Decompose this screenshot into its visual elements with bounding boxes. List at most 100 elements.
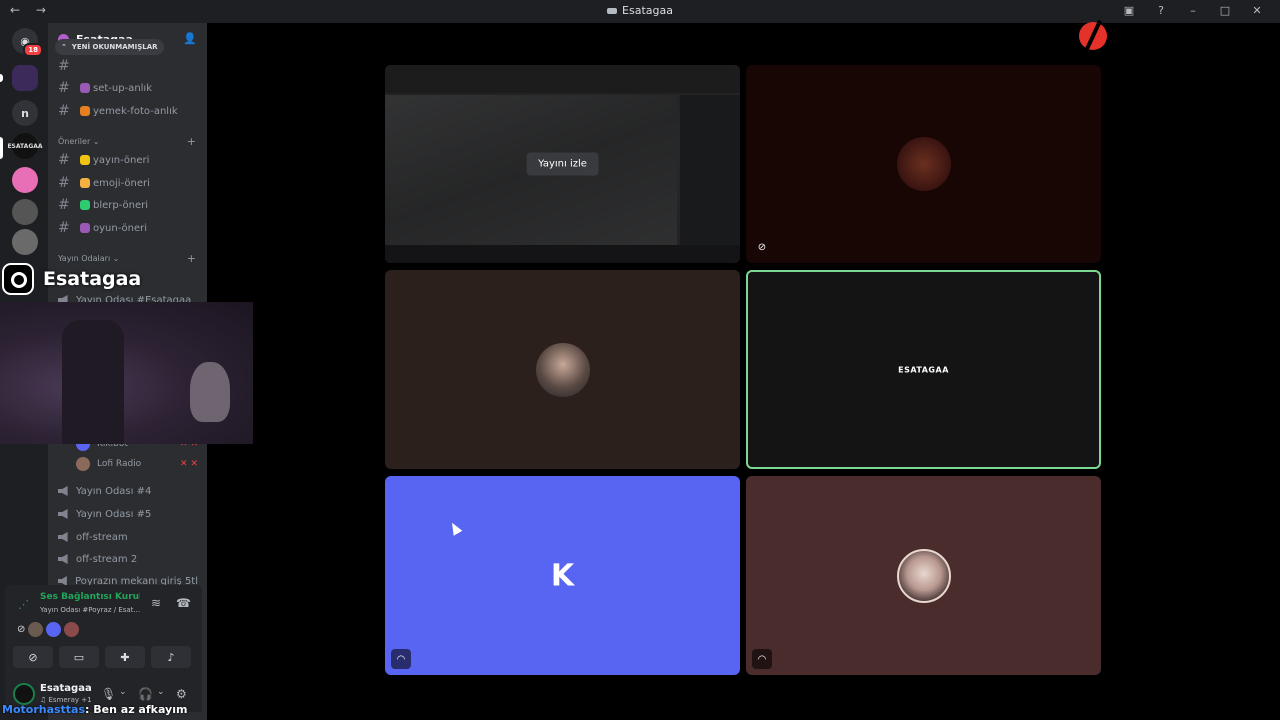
channel-blerp-oneri[interactable]: # blerp-öneri <box>58 195 198 215</box>
avatar[interactable] <box>28 622 44 637</box>
voice-connection-panel: ⋰ Ses Bağlantısı Kuruldu Yayın Odası #Po… <box>5 585 202 677</box>
food-emoji-icon <box>80 106 90 116</box>
controller-emoji-icon <box>80 83 90 93</box>
user-name[interactable]: Esatagaa <box>40 683 92 694</box>
close-button[interactable]: ✕ <box>1250 4 1264 17</box>
deafened-icon: ⊘ <box>757 241 767 253</box>
activities-button[interactable]: ✚ <box>105 646 145 668</box>
server-folder[interactable] <box>12 65 38 91</box>
new-unreads-pill[interactable]: ⌃ YENİ OKUNMAMIŞLAR <box>55 39 164 55</box>
server-avatar-pink[interactable] <box>12 167 38 193</box>
avatar[interactable] <box>46 622 62 637</box>
participant-tile[interactable]: ◠ <box>746 476 1101 675</box>
server-esatagaa[interactable]: ESATAGAA <box>7 133 43 159</box>
channel-label: oyun-öneri <box>93 222 148 234</box>
avatar <box>896 548 951 603</box>
watch-stream-button[interactable]: Yayını izle <box>526 152 599 176</box>
voice-member-lofi-radio[interactable]: Lofi Radio ✕ ✕ <box>76 454 202 474</box>
voice-status[interactable]: Ses Bağlantısı Kuruldu <box>40 592 140 602</box>
participant-tile[interactable]: ⊘ <box>746 65 1101 263</box>
stream-tile[interactable]: Yayını izle <box>385 65 740 263</box>
channel-label: blerp-öneri <box>93 199 149 211</box>
chevron-down-icon[interactable]: ⌄ <box>119 687 127 697</box>
server-n[interactable]: n <box>12 100 38 126</box>
channel-yayin-oneri[interactable]: # yayın-öneri <box>58 150 198 170</box>
voice-channel-label: off-stream <box>76 531 128 543</box>
add-channel-icon[interactable]: + <box>187 135 196 148</box>
hash-icon: # <box>58 58 70 74</box>
kick-logo-icon: K <box>550 558 575 593</box>
chat-user: Motorhasttas <box>2 703 86 716</box>
speaker-icon <box>58 486 68 496</box>
avatar <box>896 137 951 191</box>
disconnect-icon[interactable]: ☎ <box>176 596 191 610</box>
channel-label: yayın-öneri <box>93 154 150 166</box>
inbox-icon[interactable]: ▣ <box>1122 4 1136 17</box>
help-icon[interactable]: ? <box>1154 4 1168 17</box>
chat-message: : Ben az afkayım <box>85 703 188 716</box>
camera-button[interactable]: ⊘ <box>13 646 53 668</box>
active-server-indicator <box>0 137 3 159</box>
channel-hidden[interactable]: # <box>58 56 198 76</box>
voice-channel-off-stream[interactable]: off-stream <box>58 527 198 547</box>
add-channel-icon[interactable]: + <box>187 252 196 265</box>
channel-yemek-foto-anlik[interactable]: # yemek-foto-anlık <box>58 101 198 121</box>
emoji-icon <box>80 155 90 165</box>
avatar <box>535 342 590 397</box>
speaker-icon <box>58 532 68 542</box>
soundboard-button[interactable]: ♪ <box>151 646 191 668</box>
voice-channel-4[interactable]: Yayın Odası #4 <box>58 481 198 501</box>
server-avatar-gray[interactable] <box>12 199 38 225</box>
avatar[interactable] <box>64 622 80 637</box>
hash-icon: # <box>58 220 70 236</box>
headset-icon: ◠ <box>752 649 772 669</box>
instagram-icon <box>2 263 34 295</box>
participant-tile[interactable]: K ◠ <box>385 476 740 675</box>
voice-channel-5[interactable]: Yayın Odası #5 <box>58 504 198 524</box>
gear-icon[interactable]: ⚙ <box>176 687 187 701</box>
participant-tile[interactable] <box>385 270 740 469</box>
hash-icon: # <box>58 80 70 96</box>
broadcast-logo-icon <box>1079 22 1107 50</box>
channel-oyun-oneri[interactable]: # oyun-öneri <box>58 218 198 238</box>
screen-share-button[interactable]: ▭ <box>59 646 99 668</box>
user-avatar[interactable] <box>13 683 35 705</box>
unread-pill-label: YENİ OKUNMAMIŞLAR <box>71 43 158 51</box>
category-label: Öneriler <box>58 137 91 146</box>
noise-suppression-icon[interactable]: ≋ <box>151 596 161 610</box>
participant-tile-speaking[interactable]: ESATAGAA <box>746 270 1101 469</box>
chevron-down-icon[interactable]: ⌄ <box>157 687 165 697</box>
camera-off-icon: ⊘ <box>17 624 26 635</box>
title-bar: ← → Esatagaa ▣ ? – □ ✕ <box>0 0 1280 23</box>
headphones-icon[interactable]: 🎧 <box>138 687 153 701</box>
avatar <box>76 457 90 471</box>
hash-icon: # <box>58 152 70 168</box>
channel-label: yemek-foto-anlık <box>93 105 178 117</box>
voice-channel-off-stream-2[interactable]: off-stream 2 <box>58 549 198 569</box>
maximize-button[interactable]: □ <box>1218 4 1232 17</box>
voice-channel-label: Yayın Odası #5 <box>76 508 152 520</box>
channel-emoji-oneri[interactable]: # emoji-öneri <box>58 173 198 193</box>
server-avatar-stripes[interactable] <box>12 229 38 255</box>
headset-icon: ◠ <box>391 649 411 669</box>
minimize-button[interactable]: – <box>1186 4 1200 17</box>
voice-channel-path[interactable]: Yayın Odası #Poyraz / Esat... <box>40 606 145 614</box>
home-button[interactable]: ◉ 18 <box>12 28 43 57</box>
speaker-icon <box>58 554 68 564</box>
speaker-icon <box>58 509 68 519</box>
webcam-overlay <box>0 302 253 444</box>
hash-icon: # <box>58 103 70 119</box>
invite-icon[interactable]: 👤 <box>183 32 197 45</box>
signal-icon[interactable]: ⋰ <box>18 598 30 611</box>
app-logo-icon <box>607 8 618 14</box>
channel-label: set-up-anlık <box>93 82 152 94</box>
microphone-icon[interactable]: 🎙 <box>101 687 116 701</box>
category-suggestions[interactable]: Öneriler ⌄ + <box>58 135 198 148</box>
unread-indicator <box>0 74 3 82</box>
controller-emoji-icon <box>80 223 90 233</box>
channel-label: emoji-öneri <box>93 177 150 189</box>
channel-set-up-anlik[interactable]: # set-up-anlık <box>58 78 198 98</box>
instagram-overlay: Esatagaa <box>2 262 141 296</box>
member-name: Lofi Radio <box>97 459 142 469</box>
voice-action-buttons: ⊘ ▭ ✚ ♪ <box>13 646 191 668</box>
